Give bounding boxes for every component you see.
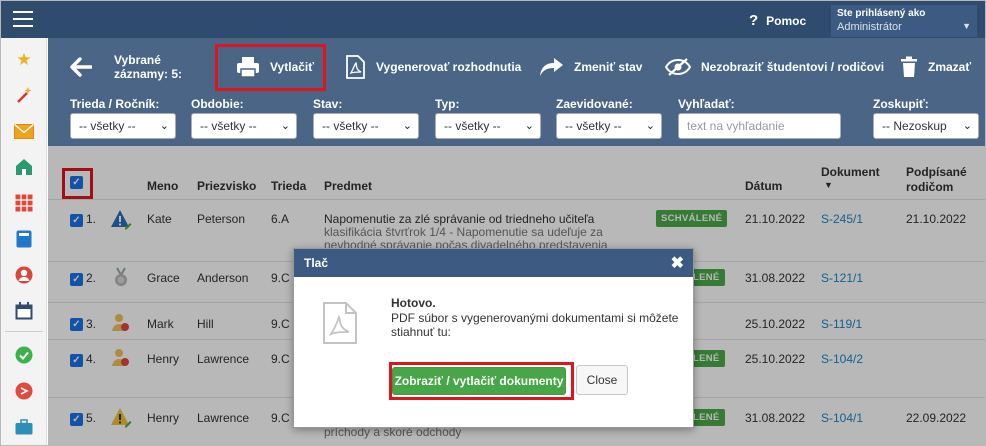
hide-button[interactable]: Nezobraziť študentovi / rodičovi — [665, 38, 884, 96]
trash-icon — [901, 56, 917, 77]
top-bar: ? Pomoc Ste prihlásený ako Administrátor… — [1, 1, 985, 38]
filter-class: Trieda / Ročník: -- všetky -- ⌄ — [70, 97, 176, 139]
filter-registered-select[interactable]: -- všetky -- ⌄ — [556, 113, 662, 139]
user-icon[interactable] — [14, 265, 34, 285]
star-icon[interactable]: ★ — [14, 49, 34, 69]
sidebar-divider — [5, 331, 43, 332]
envelope-icon[interactable] — [14, 121, 34, 141]
filter-type-select[interactable]: -- všetky -- ⌄ — [435, 113, 541, 139]
dialog-message: PDF súbor s vygenerovanými dokumentami s… — [391, 311, 679, 339]
selected-records: Vybrané záznamy: 5: — [114, 38, 182, 96]
filter-state: Stav: -- všetky -- ⌄ — [313, 97, 419, 139]
filter-type: Typ: -- všetky -- ⌄ — [435, 97, 541, 139]
filter-search-label: Vyhľadať: — [678, 97, 735, 111]
dialog-header: Tlač ✖ — [294, 249, 693, 277]
arrow-left-icon — [70, 57, 92, 77]
check-circle-icon[interactable] — [14, 345, 34, 365]
pdf-file-icon — [323, 302, 357, 344]
generate-label: Vygenerovať rozhodnutia — [376, 60, 522, 74]
delete-button[interactable]: Zmazať — [900, 38, 971, 96]
question-icon: ? — [749, 12, 759, 29]
chevron-down-icon: ⌄ — [402, 120, 412, 132]
filter-group: Zoskupiť: -- Nezoskup ⌄ — [873, 97, 979, 139]
filter-period: Obdobie: -- všetky -- ⌄ — [191, 97, 297, 139]
filter-registered-value: -- všetky -- — [565, 119, 622, 133]
chevron-down-icon: ▼ — [962, 21, 971, 31]
action-bar: Vybrané záznamy: 5: Vytlačiť Vygenerovať… — [48, 38, 985, 96]
filter-period-label: Obdobie: — [191, 97, 244, 111]
filter-state-select[interactable]: -- všetky -- ⌄ — [313, 113, 419, 139]
briefcase-icon[interactable] — [14, 417, 34, 437]
filter-state-value: -- všetky -- — [322, 119, 379, 133]
delete-label: Zmazať — [928, 60, 972, 74]
chevron-down-icon: ⌄ — [159, 120, 169, 132]
print-button[interactable]: Vytlačiť — [236, 38, 314, 96]
search-input[interactable]: text na vyhľadanie — [678, 113, 841, 139]
close-icon[interactable]: ✖ — [671, 253, 684, 273]
signal-icon[interactable] — [14, 381, 34, 401]
selected-line1: Vybrané — [114, 53, 161, 67]
print-label: Vytlačiť — [270, 60, 314, 74]
filter-registered: Zaevidované: -- všetky -- ⌄ — [556, 97, 662, 139]
chevron-down-icon: ⌄ — [962, 120, 972, 132]
calendar-grid-icon[interactable] — [14, 193, 34, 213]
filter-class-select[interactable]: -- všetky -- ⌄ — [70, 113, 176, 139]
change-state-button[interactable]: Zmeniť stav — [538, 38, 642, 96]
chevron-down-icon: ⌄ — [645, 120, 655, 132]
help-label: Pomoc — [766, 13, 807, 28]
calendar-icon[interactable] — [14, 301, 34, 321]
filter-type-value: -- všetky -- — [444, 119, 501, 133]
magic-wand-icon[interactable] — [14, 85, 34, 105]
user-caption: Ste prihlásený ako — [837, 8, 926, 19]
filter-group-label: Zoskupiť: — [873, 97, 929, 111]
user-menu[interactable]: Ste prihlásený ako Administrátor ▼ — [831, 5, 977, 37]
change-state-label: Zmeniť stav — [574, 60, 643, 74]
menu-icon[interactable] — [13, 11, 33, 27]
book-icon[interactable] — [14, 229, 34, 249]
pdf-icon — [346, 55, 365, 79]
filter-state-label: Stav: — [313, 97, 343, 111]
filter-group-select[interactable]: -- Nezoskup ⌄ — [873, 113, 979, 139]
user-role: Administrátor — [837, 21, 902, 33]
dialog-heading: Hotovo. — [391, 296, 436, 310]
printer-icon — [237, 57, 259, 78]
filter-class-label: Trieda / Ročník: — [70, 97, 160, 111]
hide-label: Nezobraziť študentovi / rodičovi — [701, 60, 885, 74]
filter-type-label: Typ: — [435, 97, 460, 111]
filter-search: Vyhľadať: text na vyhľadanie — [678, 97, 841, 139]
filter-group-value: -- Nezoskup — [882, 119, 947, 133]
back-button[interactable] — [70, 38, 92, 96]
close-button[interactable]: Close — [576, 365, 628, 395]
share-arrow-icon — [540, 58, 563, 76]
view-print-documents-button[interactable]: Zobraziť / vytlačiť dokumenty — [392, 367, 566, 395]
school-icon[interactable] — [14, 157, 34, 177]
filter-registered-label: Zaevidované: — [556, 97, 633, 111]
filter-period-value: -- všetky -- — [200, 119, 257, 133]
dialog-title: Tlač — [304, 256, 329, 270]
chevron-down-icon: ⌄ — [280, 120, 290, 132]
selected-line2: záznamy: 5: — [114, 67, 183, 81]
chevron-down-icon: ⌄ — [524, 120, 534, 132]
app-window: ? Pomoc Ste prihlásený ako Administrátor… — [0, 0, 986, 446]
filter-bar: Trieda / Ročník: -- všetky -- ⌄ Obdobie: … — [48, 96, 985, 146]
generate-button[interactable]: Vygenerovať rozhodnutia — [344, 38, 521, 96]
help-link[interactable]: ? Pomoc — [749, 12, 806, 29]
filter-class-value: -- všetky -- — [79, 119, 136, 133]
filter-period-select[interactable]: -- všetky -- ⌄ — [191, 113, 297, 139]
eye-slash-icon — [665, 58, 691, 76]
print-dialog: Tlač ✖ Hotovo. PDF súbor s vygenerovaným… — [293, 248, 694, 428]
sidebar: ★ — [1, 38, 47, 445]
